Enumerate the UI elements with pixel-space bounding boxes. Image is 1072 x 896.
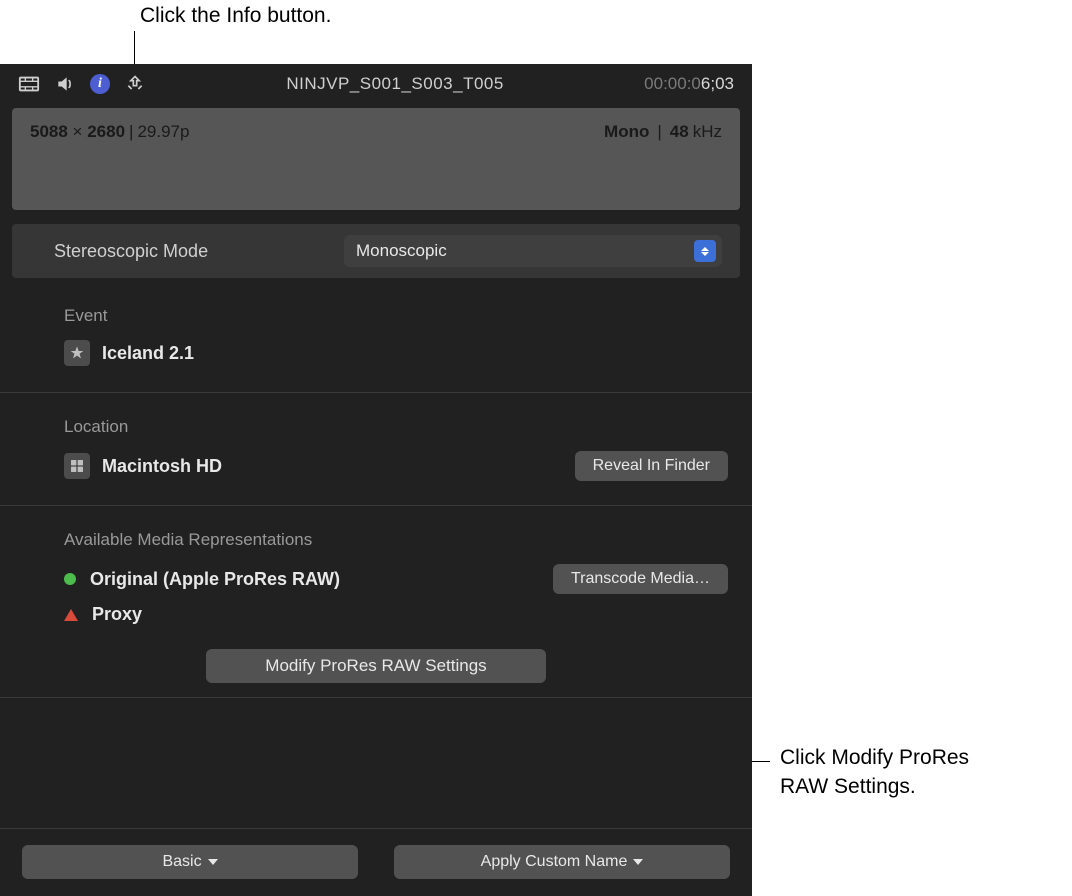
apply-custom-name-dropdown[interactable]: Apply Custom Name xyxy=(394,845,730,879)
chevron-updown-icon xyxy=(694,240,716,262)
location-item: Macintosh HD xyxy=(22,453,222,479)
modify-prores-raw-button[interactable]: Modify ProRes RAW Settings xyxy=(206,649,546,683)
stereoscopic-row: Stereoscopic Mode Monoscopic xyxy=(12,224,740,278)
stereoscopic-label: Stereoscopic Mode xyxy=(54,241,314,262)
location-section: Location Macintosh HD Reveal In Finder xyxy=(0,393,752,506)
grid-icon xyxy=(64,453,90,479)
star-icon xyxy=(64,340,90,366)
audio-icon[interactable] xyxy=(54,73,76,95)
status-dot-green-icon xyxy=(64,573,76,585)
info-icon[interactable]: i xyxy=(90,74,110,94)
event-label: Event xyxy=(22,306,752,326)
location-label: Location xyxy=(22,417,752,437)
basic-dropdown[interactable]: Basic xyxy=(22,845,358,879)
inspector-toolbar: i NINJVP_S001_S003_T005 00:00:06;03 xyxy=(0,64,752,104)
chevron-down-icon xyxy=(633,859,643,865)
video-format: 5088 × 2680|29.97p xyxy=(30,122,189,142)
audio-format: Mono|48kHz xyxy=(604,122,722,142)
media-proxy: Proxy xyxy=(22,604,752,625)
transcode-media-button[interactable]: Transcode Media… xyxy=(553,564,728,594)
callout-modify-settings: Click Modify ProRes RAW Settings. xyxy=(780,743,969,802)
modify-row: Modify ProRes RAW Settings xyxy=(0,641,752,698)
media-label: Available Media Representations xyxy=(22,530,752,550)
warning-triangle-icon xyxy=(64,609,78,621)
footer: Basic Apply Custom Name xyxy=(0,828,752,896)
media-section: Available Media Representations Original… xyxy=(0,506,752,641)
stereoscopic-select[interactable]: Monoscopic xyxy=(344,235,722,267)
timecode: 00:00:06;03 xyxy=(644,74,734,94)
share-icon[interactable] xyxy=(124,73,146,95)
event-item: Iceland 2.1 xyxy=(22,340,752,366)
callout-info-button: Click the Info button. xyxy=(140,4,331,28)
video-icon[interactable] xyxy=(18,73,40,95)
reveal-in-finder-button[interactable]: Reveal In Finder xyxy=(575,451,728,481)
media-original: Original (Apple ProRes RAW) xyxy=(22,569,340,590)
info-inspector-panel: i NINJVP_S001_S003_T005 00:00:06;03 5088… xyxy=(0,64,752,896)
format-summary: 5088 × 2680|29.97p Mono|48kHz xyxy=(12,108,740,210)
clip-title: NINJVP_S001_S003_T005 xyxy=(160,74,630,94)
chevron-down-icon xyxy=(208,859,218,865)
event-section: Event Iceland 2.1 xyxy=(0,278,752,393)
